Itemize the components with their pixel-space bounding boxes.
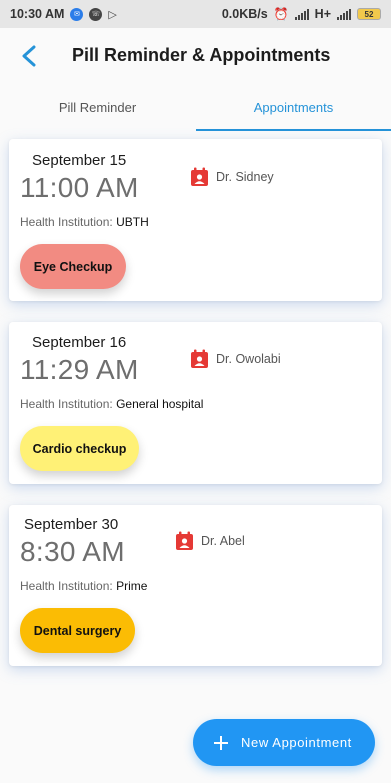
- appointment-date: September 30: [24, 516, 119, 533]
- message-notification-icon: ✉: [70, 7, 84, 21]
- appointment-type-chip[interactable]: Eye Checkup: [20, 244, 126, 289]
- institution-row: Health Institution: General hospital: [20, 397, 203, 411]
- appointment-card[interactable]: September 30 8:30 AM Dr. Abel Health Ins…: [9, 505, 382, 666]
- status-bar: 10:30 AM ✉ ☏ ▷ 0.0KB/s ⏰ H+ 52: [0, 0, 391, 28]
- tab-bar: Pill Reminder Appointments: [0, 84, 391, 132]
- institution-value: General hospital: [116, 397, 204, 411]
- appointment-time: 11:00 AM: [20, 172, 139, 203]
- doctor-name: Dr. Abel: [201, 534, 245, 548]
- appointment-doctor: Dr. Owolabi: [190, 349, 281, 369]
- appointment-type-chip[interactable]: Cardio checkup: [20, 426, 139, 471]
- institution-label: Health Institution:: [20, 397, 117, 411]
- network-speed: 0.0KB/s: [221, 7, 268, 21]
- app-header: Pill Reminder & Appointments: [0, 28, 391, 84]
- network-type: H+: [314, 7, 331, 21]
- new-appointment-label: New Appointment: [241, 735, 352, 750]
- signal-icon: [294, 8, 309, 20]
- signal-icon-2: [337, 8, 351, 20]
- appointment-type-chip[interactable]: Dental surgery: [20, 608, 135, 653]
- institution-row: Health Institution: UBTH: [20, 215, 149, 229]
- status-time: 10:30 AM: [10, 7, 65, 21]
- whatsapp-notification-icon: ☏: [89, 7, 103, 21]
- tab-appointments[interactable]: Appointments: [196, 84, 391, 130]
- page-title: Pill Reminder & Appointments: [72, 45, 331, 65]
- appointment-time: 11:29 AM: [20, 354, 139, 385]
- institution-value: UBTH: [116, 215, 149, 229]
- doctor-name: Dr. Owolabi: [216, 352, 281, 366]
- calendar-person-icon: [176, 531, 193, 550]
- appointment-card[interactable]: September 16 11:29 AM Dr. Owolabi Health…: [9, 322, 382, 484]
- battery-icon: 52: [357, 8, 381, 20]
- appointment-date: September 15: [32, 152, 127, 169]
- appointment-doctor: Dr. Abel: [175, 531, 245, 551]
- calendar-person-icon: [191, 349, 208, 368]
- institution-label: Health Institution:: [20, 215, 117, 229]
- back-button[interactable]: [16, 42, 42, 70]
- calendar-person-icon: [191, 167, 208, 186]
- alarm-icon: ⏰: [273, 7, 289, 21]
- appointment-doctor: Dr. Sidney: [190, 167, 274, 187]
- appointment-card[interactable]: September 15 11:00 AM Dr. Sidney Health …: [9, 139, 382, 301]
- institution-row: Health Institution: Prime: [20, 579, 147, 593]
- appointment-time: 8:30 AM: [20, 536, 125, 567]
- plus-icon: [214, 735, 228, 750]
- active-tab-indicator: [196, 129, 391, 131]
- play-notification-icon: ▷: [108, 8, 117, 21]
- doctor-name: Dr. Sidney: [216, 170, 274, 184]
- appointment-date: September 16: [32, 334, 127, 351]
- tab-pill-reminder[interactable]: Pill Reminder: [0, 84, 195, 130]
- arrow-back-icon: [22, 45, 36, 67]
- new-appointment-button[interactable]: New Appointment: [193, 719, 375, 766]
- institution-label: Health Institution:: [20, 579, 117, 593]
- institution-value: Prime: [116, 579, 148, 593]
